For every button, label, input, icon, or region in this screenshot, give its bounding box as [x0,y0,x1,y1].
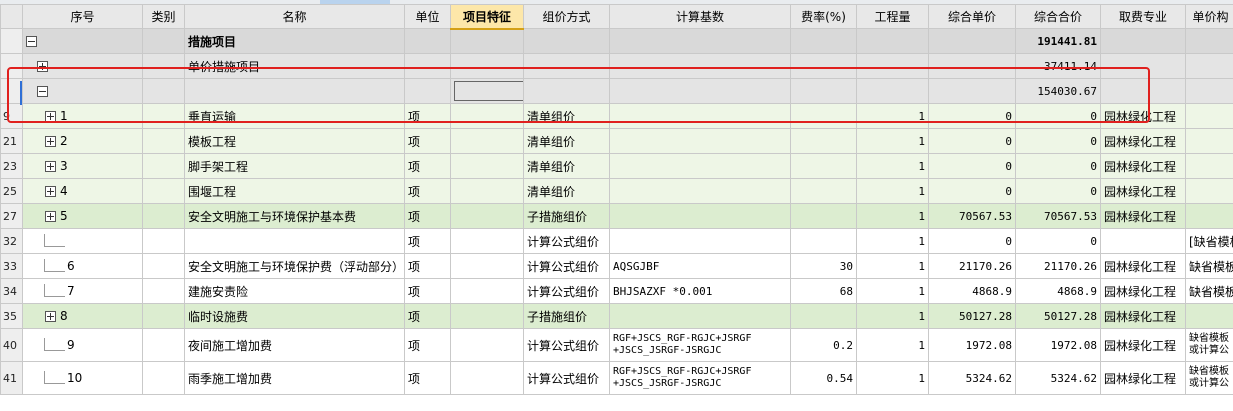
item-name[interactable]: 雨季施工增加费 [184,361,405,395]
row-number [0,28,23,54]
total-price[interactable]: 154030.67 [1015,78,1101,104]
table-row[interactable]: 27 5 安全文明施工与环境保护基本费 项 子措施组价 1 70567.53 7… [0,203,1233,229]
table-row[interactable]: 33 6 安全文明施工与环境保护费（浮动部分） 项 计算公式组价 AQSGJBF… [0,253,1233,279]
table-row[interactable]: 9 1 垂直运输 项 清单组价 1 0 0 园林绿化工程 [0,103,1233,129]
tree-connector [44,371,65,384]
col-unit-price[interactable]: 综合单价 [928,4,1016,29]
col-rate[interactable]: 费率(%) [790,4,857,29]
table-row[interactable]: 32 项 计算公式组价 1 0 0 [缺省模板 [0,228,1233,254]
col-feature[interactable]: 项目特征 [450,4,524,30]
col-calc-base[interactable]: 计算基数 [609,4,791,29]
item-name[interactable]: 建施安责险 [184,278,405,304]
row-number-header[interactable] [0,4,23,29]
item-name[interactable] [184,78,405,104]
header-row: 序号 类别 名称 单位 项目特征 组价方式 计算基数 费率(%) 工程量 综合单… [0,4,1233,30]
col-quantity[interactable]: 工程量 [856,4,929,29]
expand-toggle-icon[interactable] [37,61,48,72]
table-row[interactable]: 措施项目 191441.81 [0,28,1233,54]
table-row[interactable]: 25 4 围堰工程 项 清单组价 1 0 0 园林绿化工程 [0,178,1233,204]
col-category[interactable]: 类别 [142,4,185,29]
col-fee-spec[interactable]: 取费专业 [1100,4,1186,29]
collapse-toggle-icon[interactable] [37,86,48,97]
item-name[interactable]: 安全文明施工与环境保护费（浮动部分） [184,253,405,279]
col-name[interactable]: 名称 [184,4,405,29]
col-seq[interactable]: 序号 [22,4,143,29]
table-row[interactable]: 35 8 临时设施费 项 子措施组价 1 50127.28 50127.28 园… [0,303,1233,329]
table-row[interactable]: 单价措施项目 37411.14 [0,53,1233,79]
col-unit[interactable]: 单位 [404,4,451,29]
collapse-toggle-icon[interactable] [26,36,37,47]
col-group-method[interactable]: 组价方式 [523,4,610,29]
table-row[interactable]: 34 7 建施安责险 项 计算公式组价 BHJSAZXF *0.001 68 1… [0,278,1233,304]
item-name[interactable]: 围堰工程 [184,178,405,204]
tree-connector [44,259,65,272]
item-name[interactable]: 模板工程 [184,128,405,154]
expand-toggle-icon[interactable] [45,111,56,122]
item-name[interactable]: 垂直运输 [184,103,405,129]
table-row[interactable]: 23 3 脚手架工程 项 清单组价 1 0 0 园林绿化工程 [0,153,1233,179]
item-name[interactable]: 夜间施工增加费 [184,328,405,362]
item-name[interactable]: 安全文明施工与环境保护基本费 [184,203,405,229]
table-row[interactable]: 154030.67 [0,78,1233,104]
item-name[interactable]: 措施项目 [184,28,405,54]
item-name[interactable]: 临时设施费 [184,303,405,329]
col-unit-comp[interactable]: 单价构 [1185,4,1233,29]
item-name[interactable]: 脚手架工程 [184,153,405,179]
tree-connector [44,338,65,351]
col-total-price[interactable]: 综合合价 [1015,4,1101,29]
cell-edit-box[interactable] [454,81,523,101]
total-price[interactable]: 37411.14 [1015,53,1101,79]
table-row[interactable]: 40 9 夜间施工增加费 项 计算公式组价 RGF+JSCS_RGF-RGJC+… [0,328,1233,362]
total-price[interactable]: 191441.81 [1015,28,1101,54]
feature-cell-editing[interactable] [450,78,524,104]
table-row[interactable]: 41 10 雨季施工增加费 项 计算公式组价 RGF+JSCS_RGF-RGJC… [0,361,1233,395]
item-name[interactable]: 单价措施项目 [184,53,405,79]
table-row[interactable]: 21 2 模板工程 项 清单组价 1 0 0 园林绿化工程 [0,128,1233,154]
measures-grid: 序号 类别 名称 单位 项目特征 组价方式 计算基数 费率(%) 工程量 综合单… [0,4,1233,395]
expand-toggle-icon[interactable] [45,311,56,322]
current-row-indicator [20,81,22,105]
tree-connector [44,234,65,247]
item-name[interactable] [184,228,405,254]
expand-toggle-icon[interactable] [45,186,56,197]
expand-toggle-icon[interactable] [45,136,56,147]
expand-toggle-icon[interactable] [45,161,56,172]
expand-toggle-icon[interactable] [45,211,56,222]
tree-connector [44,284,65,297]
